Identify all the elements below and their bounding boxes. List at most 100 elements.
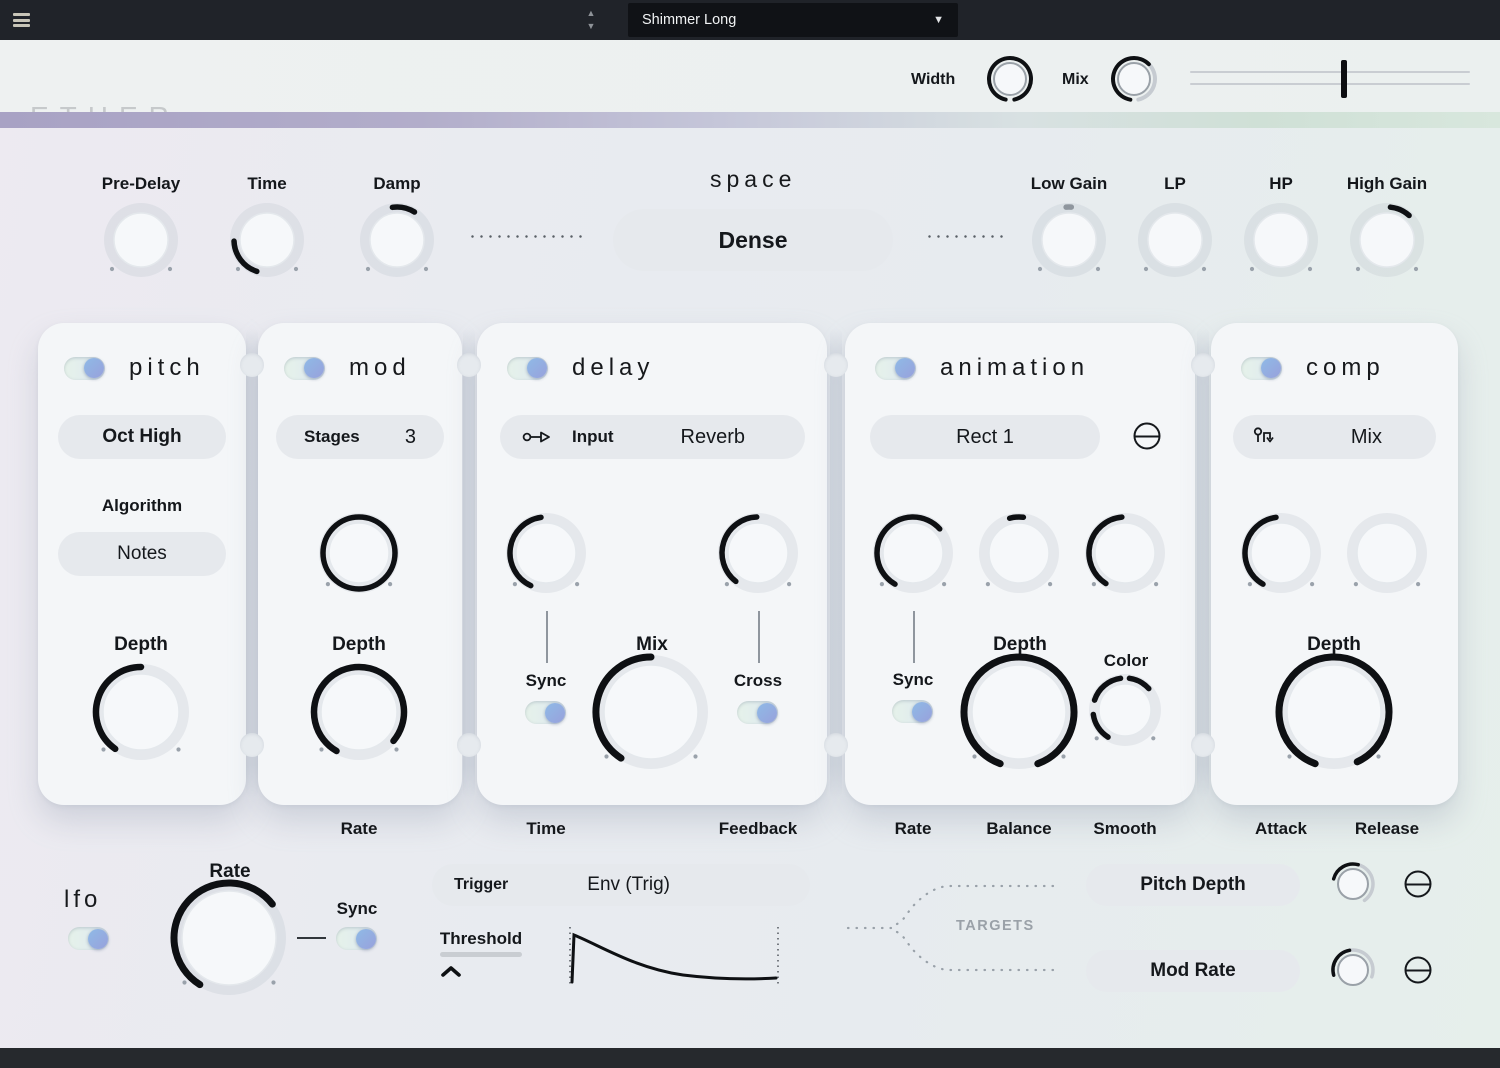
output-slider[interactable]	[1190, 60, 1470, 98]
animation-toggle[interactable]	[875, 357, 916, 380]
time-label: Time	[247, 174, 286, 194]
comp-release-knob[interactable]	[1337, 503, 1437, 603]
panel-notch	[1191, 353, 1215, 377]
anim-sync-label: Sync	[893, 670, 934, 690]
top-bar: ▲▼ Shimmer Long ▼	[0, 0, 1500, 40]
trigger-label: Trigger	[454, 876, 508, 894]
panel-notch	[240, 733, 264, 757]
pitch-mode-selector[interactable]: Oct High	[58, 415, 226, 459]
lp-label: LP	[1164, 174, 1186, 194]
predelay-label: Pre-Delay	[102, 174, 180, 194]
preset-name: Shimmer Long	[642, 12, 736, 28]
target-2-remove-icon[interactable]	[1405, 957, 1432, 984]
hp-knob[interactable]	[1234, 193, 1328, 287]
time-knob[interactable]	[220, 193, 314, 287]
threshold-slider-track[interactable]	[440, 952, 522, 957]
targets-label: TARGETS	[956, 918, 1035, 934]
mod-stages-selector[interactable]: Stages 3	[276, 415, 444, 459]
pitch-toggle[interactable]	[64, 357, 105, 380]
panel-gap	[830, 328, 842, 798]
anim-color-knob[interactable]	[1079, 664, 1171, 756]
algorithm-label: Algorithm	[102, 496, 182, 516]
target-2-amount-knob[interactable]	[1319, 936, 1387, 1004]
predelay-knob[interactable]	[94, 193, 188, 287]
anim-depth-knob[interactable]	[950, 643, 1088, 781]
target-1-remove-icon[interactable]	[1405, 871, 1432, 898]
routing-icon	[522, 428, 552, 446]
pitch-mode-value: Oct High	[102, 426, 181, 448]
panel-notch	[1191, 733, 1215, 757]
lowgain-knob[interactable]	[1022, 193, 1116, 287]
delay-mix-knob[interactable]	[582, 643, 720, 781]
time-sync-connector	[546, 611, 548, 663]
route-from: Input	[572, 427, 614, 447]
trigger-value: Env (Trig)	[587, 874, 670, 896]
mod-rate-label: Rate	[341, 819, 378, 839]
minus-circle-icon[interactable]	[1134, 423, 1161, 450]
lfo-rate-knob[interactable]	[160, 869, 298, 1007]
mix-knob[interactable]	[1099, 44, 1169, 114]
accent-gradient-strip	[0, 112, 1500, 128]
anim-rate-knob[interactable]	[863, 503, 963, 603]
delay-sync-toggle[interactable]	[525, 701, 566, 724]
menu-icon[interactable]	[13, 13, 30, 27]
delay-panel: delay Input Reverb Time Feedback Mix Syn…	[477, 323, 827, 805]
pitch-panel: pitch Oct High Algorithm Notes Depth	[38, 323, 246, 805]
animation-shape-value: Rect 1	[956, 426, 1014, 449]
delay-title: delay	[572, 354, 654, 382]
stages-value: 3	[405, 426, 416, 449]
space-selector[interactable]: Dense	[613, 209, 893, 271]
anim-balance-knob[interactable]	[969, 503, 1069, 603]
target-2-selector[interactable]: Mod Rate	[1086, 950, 1300, 992]
rate-sync-connector	[913, 611, 915, 663]
delay-sync-label: Sync	[526, 671, 567, 691]
anim-sync-toggle[interactable]	[892, 700, 933, 723]
comp-depth-knob[interactable]	[1265, 643, 1403, 781]
envelope-display	[563, 924, 785, 988]
mod-depth-knob[interactable]	[300, 653, 418, 771]
highgain-label: High Gain	[1347, 174, 1427, 194]
panel-notch	[457, 353, 481, 377]
route-to: Reverb	[681, 426, 745, 449]
lfo-sync-label: Sync	[337, 899, 378, 919]
damp-knob[interactable]	[350, 193, 444, 287]
target-1-amount-knob[interactable]	[1319, 850, 1387, 918]
delay-toggle[interactable]	[507, 357, 548, 380]
delay-routing-selector[interactable]: Input Reverb	[500, 415, 805, 459]
hp-label: HP	[1269, 174, 1293, 194]
comp-routing-icon	[1253, 426, 1279, 448]
comp-toggle[interactable]	[1241, 357, 1282, 380]
animation-panel: animation Rect 1 Rate Balance Smooth Syn…	[845, 323, 1195, 805]
comp-attack-label: Attack	[1255, 819, 1307, 839]
dotted-connector-right	[925, 235, 1009, 238]
animation-shape-selector[interactable]: Rect 1	[870, 415, 1100, 459]
threshold-slider-handle[interactable]	[441, 965, 461, 978]
width-knob[interactable]	[975, 44, 1045, 114]
lfo-sync-toggle[interactable]	[336, 927, 377, 950]
lfo-trigger-selector[interactable]: Trigger Env (Trig)	[432, 864, 810, 906]
slider-track-top	[1190, 71, 1470, 73]
chevron-down-icon: ▼	[933, 14, 944, 26]
preset-selector[interactable]: Shimmer Long ▼	[628, 3, 958, 37]
pitch-depth-knob[interactable]	[82, 653, 200, 771]
mod-toggle[interactable]	[284, 357, 325, 380]
delay-feedback-knob[interactable]	[708, 503, 808, 603]
pitch-algorithm-selector[interactable]: Notes	[58, 532, 226, 576]
lfo-toggle[interactable]	[68, 927, 109, 950]
delay-cross-toggle[interactable]	[737, 701, 778, 724]
lp-knob[interactable]	[1128, 193, 1222, 287]
comp-title: comp	[1306, 354, 1385, 382]
anim-smooth-knob[interactable]	[1075, 503, 1175, 603]
highgain-knob[interactable]	[1340, 193, 1434, 287]
stages-label: Stages	[304, 427, 360, 447]
target-1-selector[interactable]: Pitch Depth	[1086, 864, 1300, 906]
lowgain-label: Low Gain	[1031, 174, 1108, 194]
delay-cross-label: Cross	[734, 671, 782, 691]
comp-attack-knob[interactable]	[1231, 503, 1331, 603]
preset-prev-next-arrows[interactable]: ▲▼	[585, 7, 597, 34]
slider-handle[interactable]	[1341, 60, 1347, 98]
mod-rate-knob[interactable]	[309, 503, 409, 603]
comp-mode-selector[interactable]: Mix	[1233, 415, 1436, 459]
delay-time-knob[interactable]	[496, 503, 596, 603]
panel-notch	[457, 733, 481, 757]
